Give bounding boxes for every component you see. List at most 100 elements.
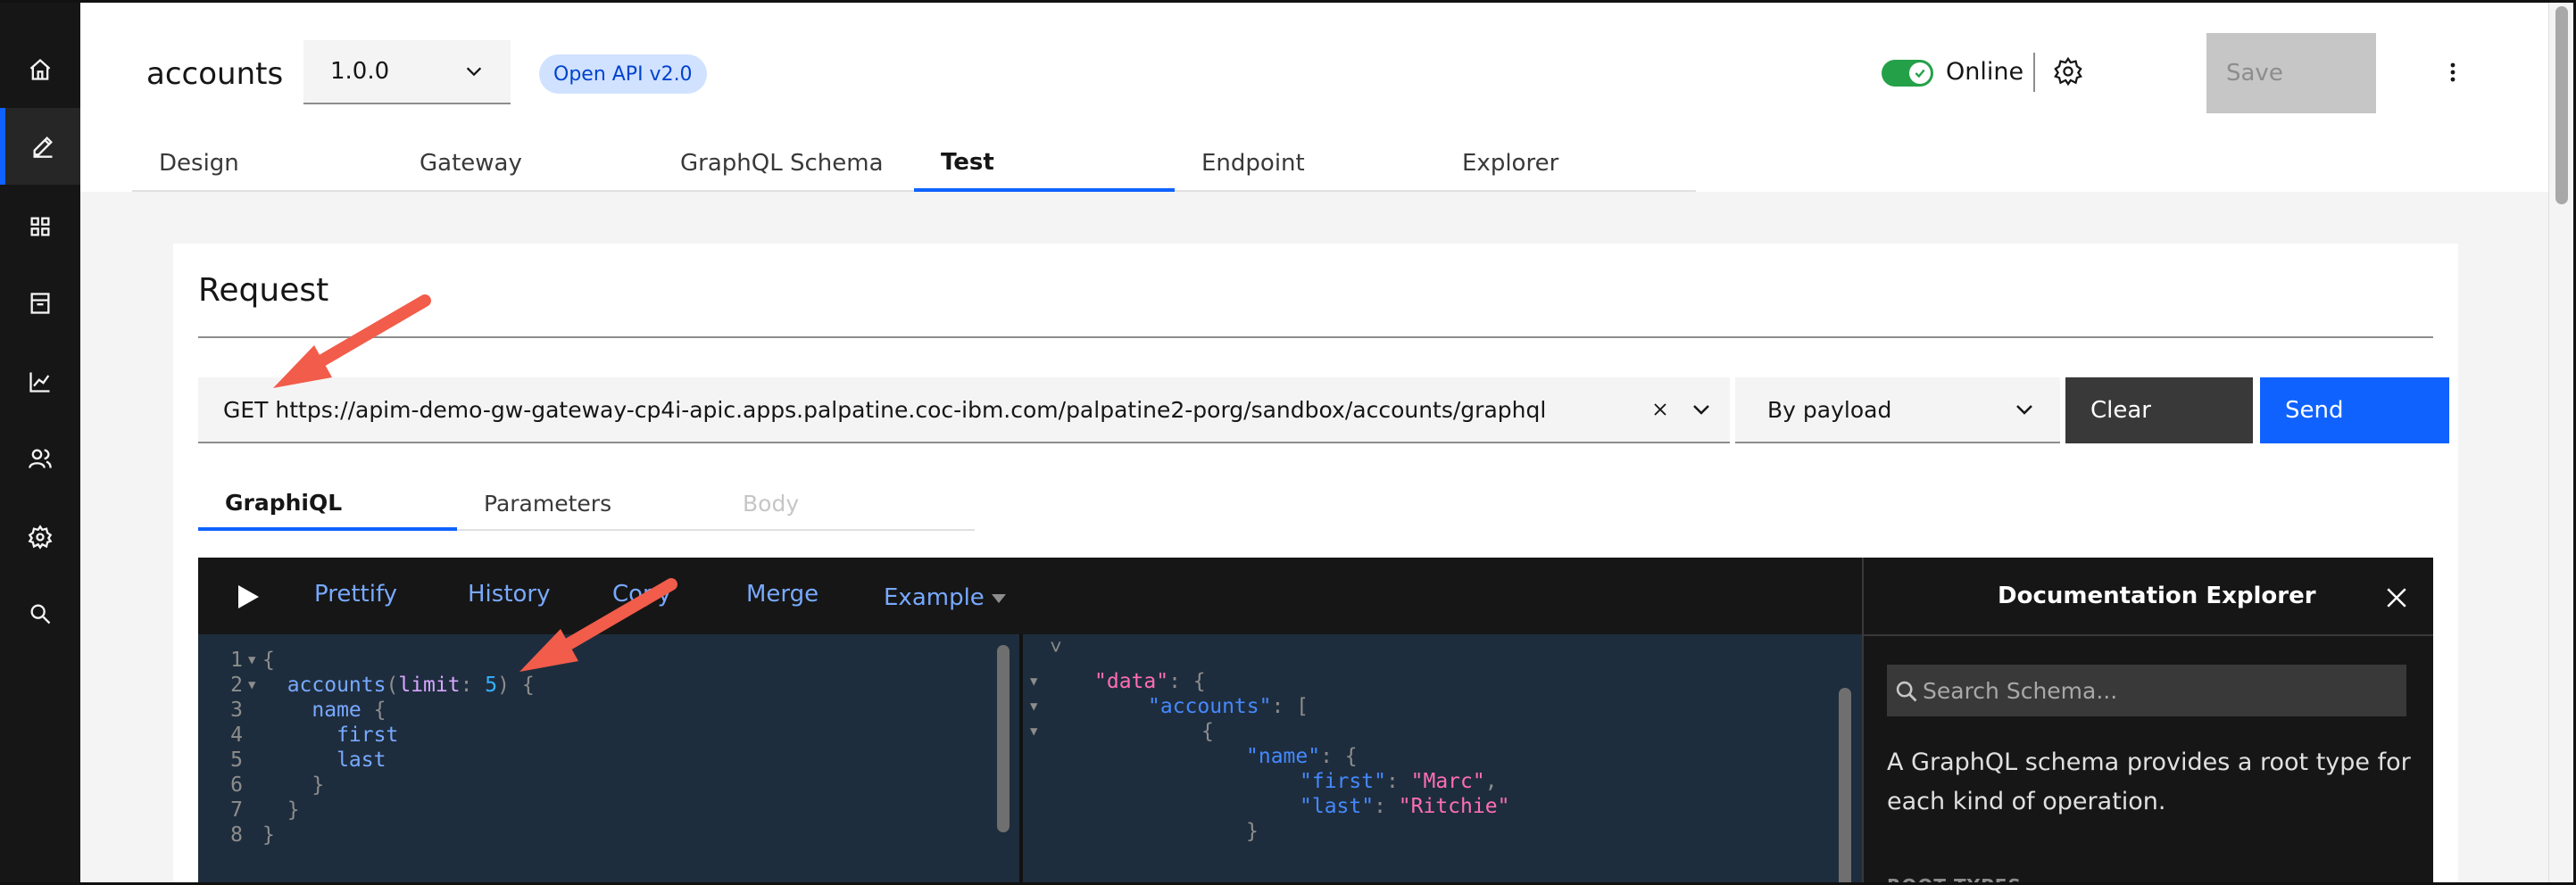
history-button[interactable]: History <box>468 581 551 608</box>
users-icon <box>29 449 52 468</box>
query-code: } <box>262 773 325 797</box>
tab-graphql-schema[interactable]: GraphQL Schema <box>653 136 914 192</box>
query-line: 4 first <box>198 724 398 749</box>
nav-search[interactable] <box>0 575 80 652</box>
close-icon <box>2387 588 2406 608</box>
execute-query-button[interactable] <box>230 579 266 615</box>
payload-mode-select[interactable]: By payload <box>1735 377 2060 443</box>
fold-toggle-icon <box>243 823 262 848</box>
schema-search-input[interactable]: Search Schema... <box>1887 665 2406 716</box>
app-window: accounts 1.0.0 Open API v2.0 Online Save… <box>0 0 2576 885</box>
query-line: 3 name { <box>198 699 386 724</box>
nav-analytics[interactable] <box>0 343 80 420</box>
result-line: } <box>1246 820 1259 843</box>
tab-explorer[interactable]: Explorer <box>1435 136 1696 192</box>
query-code: } <box>262 798 300 822</box>
result-line: "accounts": [ <box>1148 695 1309 718</box>
page-scrollbar-thumb[interactable] <box>2555 6 2568 204</box>
header-divider <box>2033 53 2035 92</box>
query-editor[interactable]: 1 ▼{2 ▼ accounts(limit: 5) {3 name {4 firs… <box>198 634 1019 882</box>
url-clear-button[interactable] <box>1648 397 1673 422</box>
line-number: 5 <box>230 749 243 772</box>
nav-members[interactable] <box>0 420 80 497</box>
fold-toggle-icon <box>243 798 262 823</box>
clear-button[interactable]: Clear <box>2065 377 2253 443</box>
left-nav-rail <box>0 3 80 882</box>
chevron-down-icon <box>2016 405 2032 415</box>
fold-toggle-icon[interactable]: ▼ <box>1030 724 1037 739</box>
gear-icon <box>2054 56 2082 87</box>
query-line: 8} <box>198 823 275 848</box>
copy-button[interactable]: Copy <box>612 581 671 608</box>
query-line: 5 last <box>198 749 386 773</box>
version-select[interactable]: 1.0.0 <box>303 40 511 104</box>
tab-parameters[interactable]: Parameters <box>457 477 716 531</box>
nav-settings[interactable] <box>0 499 80 575</box>
query-line: 2 ▼ accounts(limit: 5) { <box>198 674 535 699</box>
request-url-value: GET https://apim-demo-gw-gateway-cp4i-ap… <box>223 396 1547 423</box>
documentation-explorer: Documentation Explorer Search Schema... … <box>1862 558 2433 882</box>
save-button[interactable]: Save <box>2206 33 2376 113</box>
nav-home[interactable] <box>0 31 80 108</box>
api-settings-button[interactable] <box>2048 51 2089 92</box>
schema-search-placeholder: Search Schema... <box>1923 677 2118 704</box>
tab-test[interactable]: Test <box>914 136 1175 192</box>
api-title: accounts <box>146 56 284 92</box>
overflow-menu-icon <box>2450 62 2456 82</box>
result-line: "data": { <box>1094 670 1206 693</box>
query-line: 1 ▼{ <box>198 649 275 674</box>
analytics-icon <box>29 372 50 393</box>
example-label: Example <box>884 584 985 611</box>
api-tabs: Design Gateway GraphQL Schema Test Endpo… <box>132 136 1696 192</box>
api-header: accounts 1.0.0 Open API v2.0 Online Save… <box>80 3 2548 192</box>
nav-develop[interactable] <box>0 108 80 185</box>
doc-explorer-description: A GraphQL schema provides a root type fo… <box>1887 749 2411 815</box>
overflow-menu-button[interactable] <box>2437 56 2469 88</box>
fold-toggle-icon[interactable]: ▼ <box>1030 699 1037 714</box>
query-code: first <box>262 724 399 747</box>
online-toggle[interactable] <box>1882 60 1933 87</box>
prettify-button[interactable]: Prettify <box>314 581 397 608</box>
page-scrollbar[interactable] <box>2548 3 2573 882</box>
fold-toggle-icon[interactable]: ▼ <box>243 649 262 674</box>
fold-toggle-icon[interactable]: ▼ <box>1030 674 1037 689</box>
home-icon <box>29 58 51 80</box>
checkmark-icon <box>1915 69 1925 79</box>
send-button[interactable]: Send <box>2260 377 2449 443</box>
tab-graphiql[interactable]: GraphiQL <box>198 477 457 531</box>
request-divider <box>198 336 2433 338</box>
tab-endpoint[interactable]: Endpoint <box>1175 136 1435 192</box>
search-icon <box>1896 681 1917 702</box>
query-code: accounts(limit: 5) { <box>262 674 535 697</box>
close-icon <box>1654 403 1666 416</box>
request-url-field[interactable]: GET https://apim-demo-gw-gateway-cp4i-ap… <box>198 377 1730 443</box>
query-code: last <box>262 749 386 772</box>
online-label: Online <box>1946 58 2024 86</box>
version-value: 1.0.0 <box>330 58 390 85</box>
chevron-down-icon[interactable] <box>1691 399 1712 420</box>
tab-gateway[interactable]: Gateway <box>393 136 653 192</box>
root-types-heading: ROOT TYPES <box>1887 875 2022 882</box>
query-line: 7 } <box>198 798 300 823</box>
graphiql-toolbar: Prettify History Copy Merge Example <box>198 558 1862 634</box>
editor-scrollbar[interactable] <box>997 645 1010 832</box>
fold-toggle-icon <box>243 724 262 749</box>
fold-toggle-icon[interactable]: ▼ <box>243 674 262 699</box>
merge-button[interactable]: Merge <box>746 581 819 608</box>
result-line: "first": "Marc", <box>1300 770 1498 793</box>
fold-toggle-icon <box>243 749 262 773</box>
apps-grid-icon <box>30 217 50 236</box>
tab-design[interactable]: Design <box>132 136 393 192</box>
nav-catalog[interactable] <box>0 265 80 342</box>
example-dropdown[interactable]: Example <box>884 584 1006 611</box>
fold-toggle-icon <box>243 699 262 724</box>
result-scrollbar[interactable] <box>1839 688 1851 882</box>
toggle-knob <box>1909 62 1931 84</box>
nav-manage[interactable] <box>0 188 80 265</box>
caret-down-icon <box>991 593 1006 603</box>
result-line: "last": "Ritchie" <box>1300 795 1510 818</box>
search-icon <box>30 604 51 624</box>
line-number: 6 <box>230 773 243 797</box>
query-code: { <box>262 649 275 672</box>
doc-explorer-close-button[interactable] <box>2383 584 2410 611</box>
